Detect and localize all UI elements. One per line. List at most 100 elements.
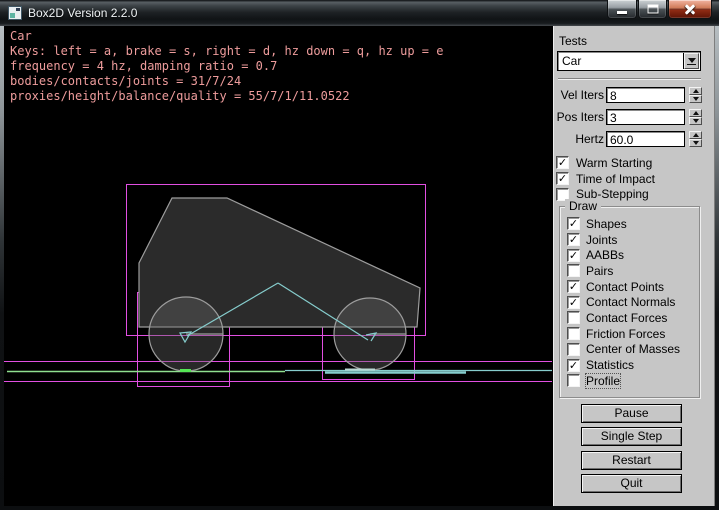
spinner-up-button[interactable] xyxy=(689,109,702,117)
checkbox-label: Contact Normals xyxy=(586,295,675,309)
checkbox-label: Time of Impact xyxy=(576,172,655,186)
checkbox-row-pairs[interactable]: Pairs xyxy=(567,263,697,279)
tests-dropdown[interactable]: Car xyxy=(557,51,701,71)
checkbox-row-warm-starting[interactable]: ✓ Warm Starting xyxy=(556,155,655,171)
stats-overlay: CarKeys: left = a, brake = s, right = d,… xyxy=(10,29,443,104)
window-title: Box2D Version 2.2.0 xyxy=(28,6,137,20)
stats-text-line: bodies/contacts/joints = 31/7/24 xyxy=(10,74,443,89)
app-icon[interactable] xyxy=(8,6,22,20)
triangle-up-icon xyxy=(693,111,699,115)
stats-text-line: frequency = 4 hz, damping ratio = 0.7 xyxy=(10,59,443,74)
window-border-bottom xyxy=(0,506,719,510)
spinner-down-button[interactable] xyxy=(689,139,702,147)
solver-checkboxes: ✓Warm Starting✓Time of ImpactSub-Steppin… xyxy=(556,155,655,202)
checkbox-label: Contact Points xyxy=(586,280,664,294)
checkbox-center-of-masses[interactable] xyxy=(567,343,580,356)
spinner-row-pos-iters: Pos Iters3 xyxy=(553,109,716,126)
contact-point-right xyxy=(345,369,375,371)
checkbox-label: Contact Forces xyxy=(586,311,667,325)
checkbox-label: Statistics xyxy=(586,358,634,372)
checkbox-joints[interactable]: ✓ xyxy=(567,233,580,246)
checkbox-shapes[interactable]: ✓ xyxy=(567,217,580,230)
spinner-buttons xyxy=(689,109,702,125)
spinner-down-button[interactable] xyxy=(689,95,702,103)
checkbox-row-contact-forces[interactable]: Contact Forces xyxy=(567,310,697,326)
triangle-down-icon xyxy=(693,97,699,101)
checkbox-contact-forces[interactable] xyxy=(567,311,580,324)
checkbox-row-contact-normals[interactable]: ✓ Contact Normals xyxy=(567,294,697,310)
checkbox-label: Friction Forces xyxy=(586,327,665,341)
checkbox-row-statistics[interactable]: ✓ Statistics xyxy=(567,357,697,373)
checkbox-label: Center of Masses xyxy=(586,342,680,356)
quit-button[interactable]: Quit xyxy=(581,474,682,493)
spinner-buttons xyxy=(689,87,702,103)
checkbox-row-contact-points[interactable]: ✓ Contact Points xyxy=(567,279,697,295)
spinner-label: Hertz xyxy=(553,132,604,146)
triangle-down-icon xyxy=(693,119,699,123)
checkbox-contact-normals[interactable]: ✓ xyxy=(567,296,580,309)
checkbox-label: Profile xyxy=(586,374,620,388)
spinner-up-button[interactable] xyxy=(689,87,702,95)
checkbox-warm-starting[interactable]: ✓ xyxy=(556,156,569,169)
stats-text-line: Keys: left = a, brake = s, right = d, hz… xyxy=(10,44,443,59)
checkbox-row-time-of-impact[interactable]: ✓ Time of Impact xyxy=(556,171,655,187)
minimize-icon xyxy=(617,11,627,14)
spinner-row-hertz: Hertz60.0 xyxy=(553,131,716,148)
checkbox-label: AABBs xyxy=(586,248,624,262)
chevron-underline-icon xyxy=(687,64,696,65)
triangle-up-icon xyxy=(693,89,699,93)
checkbox-label: Warm Starting xyxy=(576,156,652,170)
checkbox-label: Pairs xyxy=(586,264,613,278)
spinner-up-button[interactable] xyxy=(689,131,702,139)
tests-dropdown-value: Car xyxy=(562,54,581,68)
app-window: Box2D Version 2.2.0 xyxy=(0,0,719,510)
minimize-button[interactable] xyxy=(607,0,637,19)
stats-text-line: proxies/height/balance/quality = 55/7/1/… xyxy=(10,89,443,104)
chevron-down-icon xyxy=(688,58,696,63)
maximize-button[interactable] xyxy=(638,0,667,19)
maximize-icon xyxy=(647,5,658,14)
tests-dropdown-arrow-button[interactable] xyxy=(684,53,699,69)
triangle-down-icon xyxy=(693,141,699,145)
checkbox-pairs[interactable] xyxy=(567,264,580,277)
checkbox-friction-forces[interactable] xyxy=(567,327,580,340)
restart-button[interactable]: Restart xyxy=(581,451,682,470)
checkbox-aabbs[interactable]: ✓ xyxy=(567,249,580,262)
spinner-buttons xyxy=(689,131,702,147)
spinner-label: Vel Iters xyxy=(553,88,604,102)
single-step-button[interactable]: Single Step xyxy=(581,427,682,446)
checkbox-label: Joints xyxy=(586,233,617,247)
stats-text-line: Car xyxy=(10,29,443,44)
triangle-up-icon xyxy=(693,133,699,137)
simulation-canvas[interactable]: CarKeys: left = a, brake = s, right = d,… xyxy=(4,26,552,506)
spinner-row-vel-iters: Vel Iters8 xyxy=(553,87,716,104)
action-buttons: Pause Single Step Restart Quit xyxy=(581,404,682,497)
close-button[interactable] xyxy=(668,0,712,19)
close-icon xyxy=(683,2,697,16)
checkbox-label: Shapes xyxy=(586,217,627,231)
title-bar[interactable]: Box2D Version 2.2.0 xyxy=(0,0,719,26)
tests-label: Tests xyxy=(559,34,587,48)
checkbox-row-center-of-masses[interactable]: Center of Masses xyxy=(567,342,697,358)
spinner-field-pos-iters[interactable]: 3 xyxy=(606,109,685,125)
pause-button[interactable]: Pause xyxy=(581,404,682,423)
contact-point-left xyxy=(180,369,191,372)
checkbox-contact-points[interactable]: ✓ xyxy=(567,280,580,293)
spinner-down-button[interactable] xyxy=(689,117,702,125)
checkbox-row-aabbs[interactable]: ✓ AABBs xyxy=(567,247,697,263)
draw-group-label: Draw xyxy=(565,199,601,213)
draw-group-box: Draw ✓Shapes✓Joints✓AABBsPairs✓Contact P… xyxy=(559,206,700,398)
spinner-field-hertz[interactable]: 60.0 xyxy=(606,131,685,147)
spinner-field-vel-iters[interactable]: 8 xyxy=(606,87,685,103)
checkbox-row-friction-forces[interactable]: Friction Forces xyxy=(567,326,697,342)
separator xyxy=(558,78,701,80)
draw-checkboxes: ✓ Shapes ✓ Joints ✓ AABBs Pairs ✓ Contact Points… xyxy=(567,216,697,389)
checkbox-profile[interactable] xyxy=(567,374,580,387)
spinner-label: Pos Iters xyxy=(553,110,604,124)
checkbox-statistics[interactable]: ✓ xyxy=(567,359,580,372)
checkbox-row-profile[interactable]: Profile xyxy=(567,373,697,389)
checkbox-time-of-impact[interactable]: ✓ xyxy=(556,172,569,185)
checkbox-row-shapes[interactable]: ✓ Shapes xyxy=(567,216,697,232)
control-panel: Tests Car Vel Iters8Pos Iters3Hertz60.0 … xyxy=(552,26,715,506)
checkbox-row-joints[interactable]: ✓ Joints xyxy=(567,232,697,248)
